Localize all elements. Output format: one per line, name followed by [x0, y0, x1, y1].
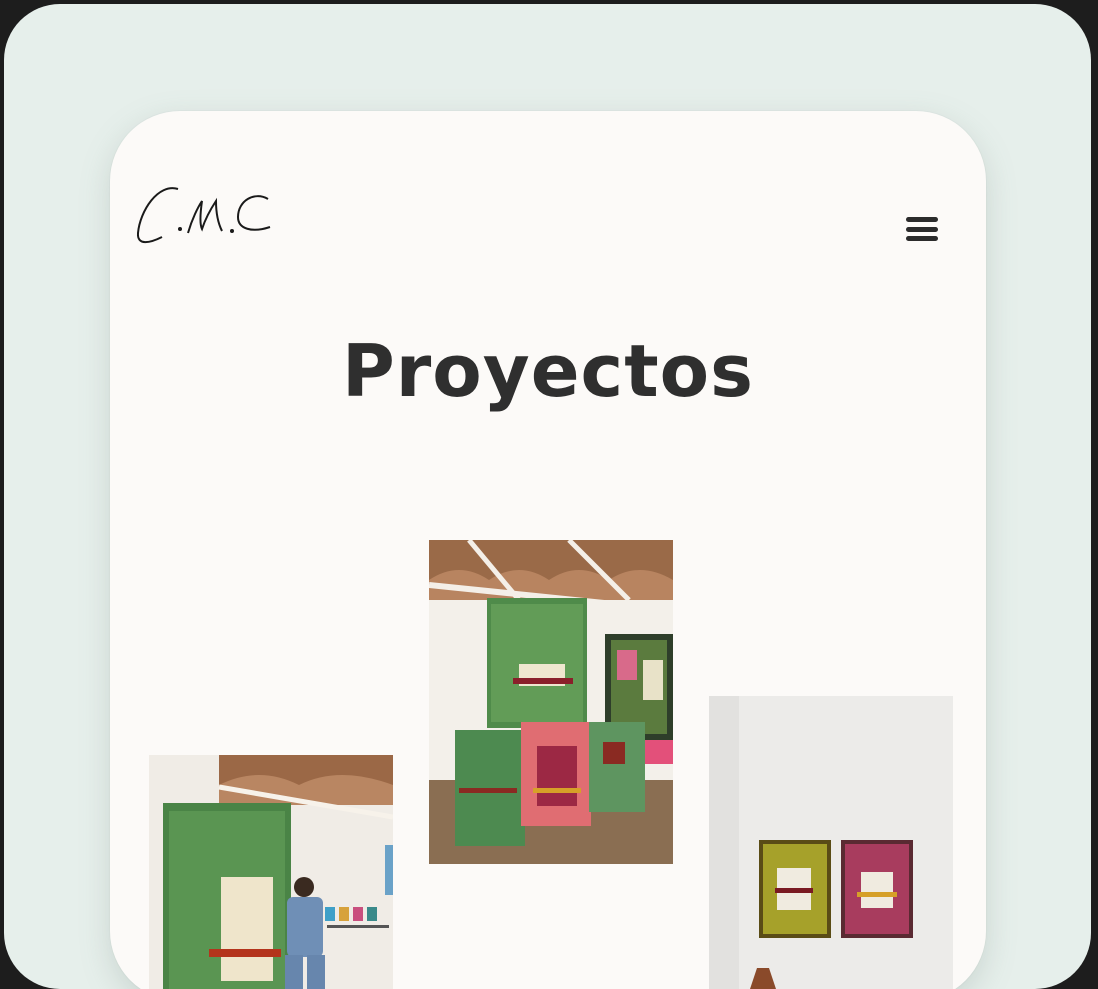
signature-logo-icon [136, 187, 271, 244]
phone-screen: Proyectos [110, 111, 986, 989]
project-image [429, 540, 673, 864]
project-card-framed-paintings[interactable] [709, 696, 953, 989]
hamburger-menu-icon[interactable] [902, 211, 942, 247]
menu-line [906, 236, 938, 241]
project-image [149, 755, 393, 989]
menu-line [906, 217, 938, 222]
project-image [709, 696, 953, 989]
logo[interactable] [128, 171, 278, 261]
outer-frame: Proyectos [4, 4, 1091, 989]
project-card-artist-canvas[interactable] [149, 755, 393, 989]
project-card-gallery-installation[interactable] [429, 540, 673, 864]
menu-line [906, 226, 938, 232]
page-title: Proyectos [342, 329, 754, 413]
